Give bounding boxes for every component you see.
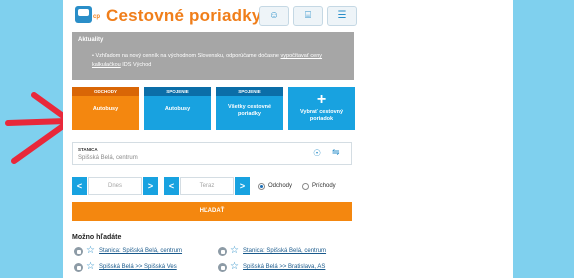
tile-connection-buses[interactable]: SPOJENIE Autobusy (144, 87, 211, 130)
tile-select-timetable[interactable]: + Vybrať cestovný poriadok (288, 87, 355, 130)
news-panel: Aktuality • Vzhľadom na nový cenník na v… (72, 32, 354, 80)
bus-stop-icon (74, 247, 83, 256)
date-input[interactable]: Dnes (88, 177, 142, 195)
news-tail: IDS Východ (122, 62, 152, 68)
news-body: Vzhľadom na nový cenník na východnom Slo… (95, 53, 279, 59)
date-control: < Dnes > (72, 177, 158, 195)
star-icon[interactable]: ☆ (86, 261, 95, 273)
suggestion-link[interactable]: Spišská Belá >> Spišská Ves (99, 264, 177, 270)
tile-departures-buses[interactable]: ODCHODY Autobusy (72, 87, 139, 130)
locate-icon[interactable]: ☉ (313, 148, 321, 159)
bus-icon: ⌸ (305, 10, 311, 21)
bus-stop-icon (218, 263, 227, 272)
radio-departures-label[interactable]: Odchody (268, 183, 292, 189)
time-prev-button[interactable]: < (164, 177, 179, 195)
time-control: < Teraz > (164, 177, 250, 195)
tile-label: Všetky cestovné poriadky (227, 104, 272, 117)
map-icon[interactable]: ⇋ (332, 147, 340, 158)
plus-icon: + (316, 91, 327, 108)
header: cp Cestovné poriadky ☺ ⌸ ☰ (63, 0, 513, 30)
menu-icon: ☰ (337, 10, 347, 21)
tile-label: Vybrať cestovný poriadok (299, 109, 344, 122)
station-label: STANICA (78, 147, 98, 152)
station-input[interactable]: Spišská Belá, centrum (78, 155, 138, 161)
star-icon[interactable]: ☆ (230, 245, 239, 257)
tile-label: Autobusy (164, 106, 191, 112)
page-container: cp Cestovné poriadky ☺ ⌸ ☰ Aktuality • V… (63, 0, 513, 278)
news-text: • Vzhľadom na nový cenník na východnom S… (92, 53, 323, 68)
tile-bar-label: SPOJENIE (166, 89, 189, 94)
tile-bar-label: SPOJENIE (238, 89, 261, 94)
star-icon[interactable]: ☆ (86, 245, 95, 257)
logo-icon[interactable] (75, 6, 92, 23)
tile-bar-label: ODCHODY (93, 89, 117, 94)
user-button[interactable]: ☺ (259, 6, 289, 26)
news-title: Aktuality (78, 37, 104, 43)
page-title[interactable]: Cestovné poriadky (106, 6, 262, 26)
radio-arrivals[interactable] (302, 183, 309, 190)
suggestion-link[interactable]: Stanica: Spišská Belá, centrum (99, 248, 182, 254)
date-next-button[interactable]: > (143, 177, 158, 195)
search-button[interactable]: HĽADAŤ (72, 202, 352, 221)
star-icon[interactable]: ☆ (230, 261, 239, 273)
radio-arrivals-label[interactable]: Príchody (312, 183, 336, 189)
time-next-button[interactable]: > (235, 177, 250, 195)
suggestion-link[interactable]: Spišská Belá >> Bratislava, AS (243, 264, 325, 270)
station-field[interactable]: STANICA Spišská Belá, centrum ☉ ⇋ (72, 142, 352, 165)
bus-button[interactable]: ⌸ (293, 6, 323, 26)
date-prev-button[interactable]: < (72, 177, 87, 195)
suggestion-link[interactable]: Stanica: Spišská Belá, centrum (243, 248, 326, 254)
time-input[interactable]: Teraz (180, 177, 234, 195)
tile-all-timetables[interactable]: SPOJENIE Všetky cestovné poriadky (216, 87, 283, 130)
user-icon: ☺ (268, 10, 280, 21)
tile-label: Autobusy (92, 106, 119, 112)
menu-button[interactable]: ☰ (327, 6, 357, 26)
bus-stop-icon (218, 247, 227, 256)
suggestions-title: Možno hľadáte (72, 234, 122, 241)
radio-departures[interactable] (258, 183, 265, 190)
bus-stop-icon (74, 263, 83, 272)
logo-sub-label: cp (93, 14, 101, 20)
